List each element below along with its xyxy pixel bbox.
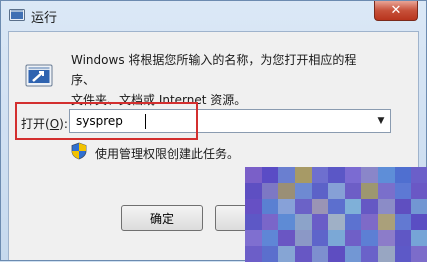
open-label-suffix: ): <box>59 117 68 131</box>
open-combobox[interactable]: sysprep ▼ <box>69 109 391 133</box>
mosaic-tile <box>328 198 345 215</box>
mosaic-tile <box>245 198 262 215</box>
mosaic-tile <box>378 198 395 215</box>
mosaic-tile <box>311 246 329 262</box>
open-label: 打开(O): <box>21 115 68 132</box>
mosaic-tile <box>361 246 379 262</box>
description-line-1: Windows 将根据您所输入的名称，为您打开相应的程序、 <box>71 53 357 87</box>
window-title: 运行 <box>31 11 58 26</box>
mosaic-tile <box>344 182 362 199</box>
mosaic-tile <box>311 198 329 215</box>
mosaic-tile <box>378 182 395 199</box>
mosaic-tile <box>361 182 379 199</box>
chevron-down-icon[interactable]: ▼ <box>372 110 390 132</box>
mosaic-tile <box>344 167 362 183</box>
mosaic-tile <box>245 182 262 199</box>
text-cursor <box>145 114 146 129</box>
mosaic-tile <box>361 167 379 183</box>
mosaic-tile <box>261 167 279 183</box>
open-label-accelerator: O <box>49 117 60 131</box>
mosaic-tile <box>261 182 279 199</box>
mosaic-tile <box>411 182 427 199</box>
mosaic-tile <box>278 230 295 247</box>
close-button[interactable]: ✕ <box>374 1 418 21</box>
mosaic-tile <box>344 230 362 247</box>
mosaic-tile <box>261 230 279 247</box>
mosaic-tile <box>245 214 262 231</box>
mosaic-tile <box>278 246 295 262</box>
mosaic-tile <box>394 167 412 183</box>
mosaic-tile <box>278 214 295 231</box>
mosaic-tile <box>361 214 379 231</box>
admin-privileges-note: 使用管理权限创建此任务。 <box>95 147 240 161</box>
mosaic-tile <box>328 167 345 183</box>
mosaic-tile <box>311 230 329 247</box>
mosaic-tile <box>245 230 262 247</box>
run-program-icon <box>25 64 53 87</box>
run-dialog: 运行 ✕ Windows 将根据您所输入的名称，为您打开相应的程序、 文件夹、文… <box>0 0 427 262</box>
mosaic-tile <box>294 214 312 231</box>
uac-shield-icon <box>71 142 87 160</box>
mosaic-tile <box>294 167 312 183</box>
mosaic-tile <box>328 214 345 231</box>
mosaic-tile <box>378 214 395 231</box>
mosaic-tile <box>411 246 427 262</box>
mosaic-tile <box>411 198 427 215</box>
mosaic-tile <box>344 246 362 262</box>
mosaic-tile <box>278 167 295 183</box>
mosaic-tile <box>394 182 412 199</box>
mosaic-tile <box>294 230 312 247</box>
mosaic-tile <box>394 198 412 215</box>
mosaic-tile <box>394 246 412 262</box>
mosaic-tile <box>361 230 379 247</box>
mosaic-tile <box>411 214 427 231</box>
mosaic-tile <box>278 198 295 215</box>
mosaic-tile <box>361 198 379 215</box>
ok-button[interactable]: 确定 <box>121 205 203 231</box>
close-icon: ✕ <box>390 3 402 18</box>
mosaic-tile <box>411 167 427 183</box>
pixelated-watermark <box>245 167 427 262</box>
mosaic-tile <box>411 230 427 247</box>
open-input[interactable]: sysprep <box>76 114 123 128</box>
description-line-2: 文件夹、文档或 Internet 资源。 <box>71 93 247 107</box>
mosaic-tile <box>294 182 312 199</box>
mosaic-tile <box>245 167 262 183</box>
mosaic-tile <box>261 198 279 215</box>
title-bar[interactable]: 运行 ✕ <box>1 1 426 31</box>
mosaic-tile <box>245 246 262 262</box>
mosaic-tile <box>294 246 312 262</box>
mosaic-tile <box>278 182 295 199</box>
run-icon <box>9 9 25 21</box>
mosaic-tile <box>311 182 329 199</box>
mosaic-tile <box>311 214 329 231</box>
mosaic-tile <box>328 246 345 262</box>
mosaic-tile <box>344 214 362 231</box>
mosaic-tile <box>378 167 395 183</box>
mosaic-tile <box>294 198 312 215</box>
mosaic-tile <box>261 246 279 262</box>
mosaic-tile <box>394 214 412 231</box>
open-label-prefix: 打开( <box>21 117 50 131</box>
mosaic-tile <box>378 230 395 247</box>
mosaic-tile <box>328 182 345 199</box>
mosaic-tile <box>261 214 279 231</box>
mosaic-tile <box>394 230 412 247</box>
mosaic-tile <box>311 167 329 183</box>
mosaic-tile <box>378 246 395 262</box>
mosaic-tile <box>328 230 345 247</box>
description-text: Windows 将根据您所输入的名称，为您打开相应的程序、 文件夹、文档或 In… <box>71 50 371 110</box>
mosaic-tile <box>344 198 362 215</box>
